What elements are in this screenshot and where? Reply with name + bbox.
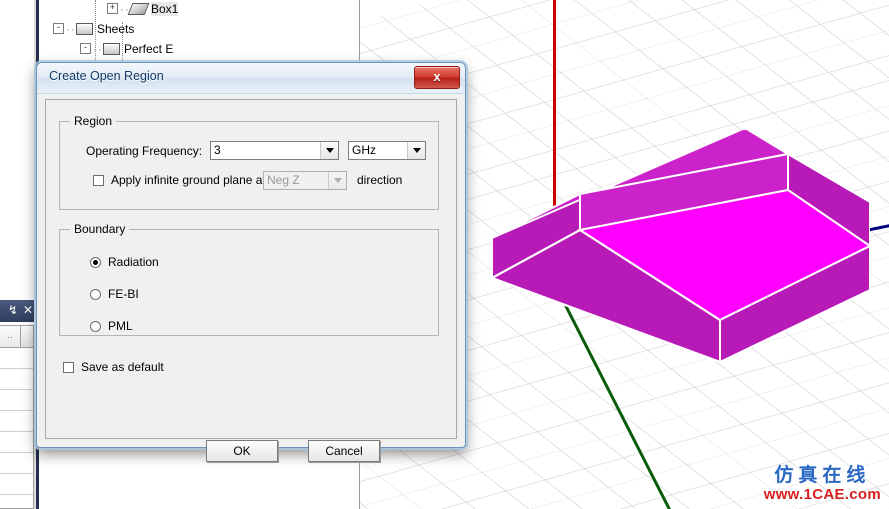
property-grid-header-spacer <box>21 326 33 347</box>
sheet-icon <box>103 42 120 55</box>
dialog-title: Create Open Region <box>49 69 164 83</box>
operating-frequency-text: 3 <box>214 143 221 157</box>
close-icon[interactable]: ✕ <box>23 304 33 316</box>
create-open-region-dialog[interactable]: Create Open Region x Region Operating Fr… <box>36 62 466 462</box>
box-icon <box>127 2 150 15</box>
dialog-body: Region Operating Frequency: 3 GHz Apply … <box>45 99 457 462</box>
operating-frequency-label: Operating Frequency: <box>86 144 203 158</box>
radio-radiation[interactable] <box>90 257 101 268</box>
expander-icon[interactable]: + <box>107 3 118 15</box>
boundary-group-legend: Boundary <box>70 222 130 236</box>
apply-ground-plane-label: Apply infinite ground plane at <box>111 173 266 187</box>
open-region-box[interactable] <box>470 130 870 390</box>
operating-frequency-combobox[interactable]: 3 <box>210 141 339 160</box>
property-grid[interactable]: ·· <box>0 325 34 509</box>
tree-item-perfect-e[interactable]: - ·· Perfect E <box>39 38 359 58</box>
table-row[interactable] <box>0 432 33 453</box>
chevron-down-icon[interactable] <box>407 142 425 159</box>
pin-icon[interactable]: ↯ <box>8 304 18 316</box>
property-grid-header: ·· <box>0 326 33 348</box>
ok-button[interactable]: OK <box>206 440 278 462</box>
tree-item-box1[interactable]: + ·· Box1 <box>39 0 359 18</box>
table-row[interactable] <box>0 369 33 390</box>
frequency-unit-value[interactable]: GHz <box>349 142 407 159</box>
expander-icon[interactable]: - <box>53 23 64 35</box>
ground-plane-direction-value: Neg Z <box>267 173 300 187</box>
expander-icon[interactable]: - <box>80 43 91 55</box>
close-button[interactable]: x <box>414 66 460 89</box>
apply-ground-plane-checkbox[interactable] <box>93 175 104 186</box>
table-row[interactable] <box>0 453 33 474</box>
tree-item-label: Sheets <box>97 21 135 36</box>
tree-dots: ·· <box>93 41 103 56</box>
dialog-titlebar[interactable]: Create Open Region x <box>37 63 465 94</box>
table-row[interactable] <box>0 474 33 495</box>
tree-item-label: Perfect E <box>124 41 174 56</box>
radio-fe-bi-label: FE-BI <box>108 287 139 301</box>
chevron-down-icon <box>328 172 346 189</box>
table-row[interactable] <box>0 390 33 411</box>
tree-dots: ·· <box>66 21 76 36</box>
table-row[interactable] <box>0 411 33 432</box>
radio-pml-label: PML <box>108 319 133 333</box>
sheet-icon <box>76 22 93 35</box>
region-group: Region Operating Frequency: 3 GHz Apply … <box>59 114 439 210</box>
operating-frequency-value[interactable]: 3 <box>211 142 320 159</box>
radio-fe-bi[interactable] <box>90 289 101 300</box>
frequency-unit-combobox[interactable]: GHz <box>348 141 426 160</box>
save-as-default-checkbox[interactable] <box>63 362 74 373</box>
radio-radiation-label: Radiation <box>108 255 159 269</box>
cancel-button[interactable]: Cancel <box>308 440 380 462</box>
table-row[interactable] <box>0 348 33 369</box>
region-group-legend: Region <box>70 114 117 128</box>
radio-pml[interactable] <box>90 321 101 332</box>
left-dock-panel[interactable]: ↯ ✕ ·· <box>0 0 39 509</box>
tree-item-label: Box1 <box>151 1 179 16</box>
tree-item-sheets[interactable]: - ·· Sheets <box>39 18 359 38</box>
chevron-down-icon[interactable] <box>320 142 338 159</box>
property-grid-header-cell: ·· <box>0 326 21 347</box>
ground-plane-direction-combobox: Neg Z <box>263 171 347 190</box>
boundary-group: Boundary Radiation FE-BI PML <box>59 222 439 336</box>
direction-suffix-label: direction <box>357 173 403 187</box>
save-as-default-label: Save as default <box>81 360 164 374</box>
